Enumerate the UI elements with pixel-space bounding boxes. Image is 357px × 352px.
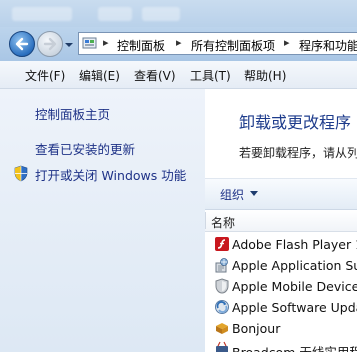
program-name: Apple Application Support [232,258,357,273]
organize-dropdown-icon[interactable] [250,191,258,196]
page-title: 卸载或更改程序 [239,113,352,132]
recent-pages-dropdown-icon[interactable] [64,40,74,50]
program-name: Apple Software Update [232,300,357,315]
bonjour-icon [216,323,228,334]
main-content: 卸载或更改程序 若要卸载程序，请从列表中将其选中，然后单击“卸载”、“更改”或“… [205,89,357,352]
column-divider [205,212,206,229]
address-bar[interactable]: ▸ 控制面板 ▸ 所有控制面板项 ▸ 程序和功能 [78,32,357,55]
uac-shield-icon [14,165,28,182]
column-header: 名称 [205,210,357,232]
blurred-tab [12,7,72,21]
turn-windows-features-link[interactable]: 打开或关闭 Windows 功能 [35,165,186,184]
control-panel-icon [82,37,97,49]
breadcrumb-separator-icon[interactable]: ▸ [176,36,182,49]
back-button[interactable] [9,31,35,57]
view-installed-updates-link[interactable]: 查看已安装的更新 [35,139,135,158]
flash-icon [215,237,229,251]
task-pane: 控制面板主页 查看已安装的更新 打开或关闭 Windows 功能 [0,89,205,352]
program-row[interactable]: Apple Application Support [205,255,357,276]
page-subtitle: 若要卸载程序，请从列表中将其选中，然后单击“卸载”、“更改”或“修复”。 [239,146,357,160]
apple-app-support-icon [215,258,228,273]
program-name: Apple Mobile Device Support [232,279,357,294]
blurred-tab [98,7,132,21]
forward-button[interactable] [37,31,63,57]
apple-mobile-device-icon [215,278,229,294]
menu-help[interactable]: 帮助(H) [244,67,286,84]
apple-software-update-icon [215,300,229,314]
command-toolbar: 组织 [205,178,357,210]
menu-view[interactable]: 查看(V) [134,67,176,84]
program-row[interactable]: Bonjour [205,318,357,339]
program-row[interactable]: Adobe Flash Player 11 ActiveX [205,234,357,255]
control-panel-home-link[interactable]: 控制面板主页 [35,104,110,123]
blurred-tab [142,7,180,21]
breadcrumb-programs-features[interactable]: 程序和功能 [299,37,357,54]
program-name: Broadcom 无线实用程序 [232,342,357,352]
program-row[interactable]: Apple Software Update [205,297,357,318]
menu-edit[interactable]: 编辑(E) [79,67,120,84]
breadcrumb-control-panel[interactable]: 控制面板 [117,37,165,54]
breadcrumb-separator-icon[interactable]: ▸ [284,36,290,49]
breadcrumb-separator-icon[interactable]: ▸ [103,36,109,49]
window-titlebar [0,0,357,27]
name-column-header[interactable]: 名称 [211,214,235,231]
menu-tools[interactable]: 工具(T) [190,67,231,84]
breadcrumb-all-items[interactable]: 所有控制面板项 [191,37,275,54]
program-name: Adobe Flash Player 11 ActiveX [232,237,357,252]
organize-button[interactable]: 组织 [220,186,244,203]
broadcom-icon [216,341,228,352]
program-row[interactable]: Broadcom 无线实用程序 [205,339,357,352]
program-name: Bonjour [232,321,281,336]
menu-file[interactable]: 文件(F) [25,67,65,84]
menu-bar: 文件(F) 编辑(E) 查看(V) 工具(T) 帮助(H) [0,61,357,89]
forward-arrow-icon [43,37,57,51]
program-row[interactable]: Apple Mobile Device Support [205,276,357,297]
back-arrow-icon [15,37,29,51]
